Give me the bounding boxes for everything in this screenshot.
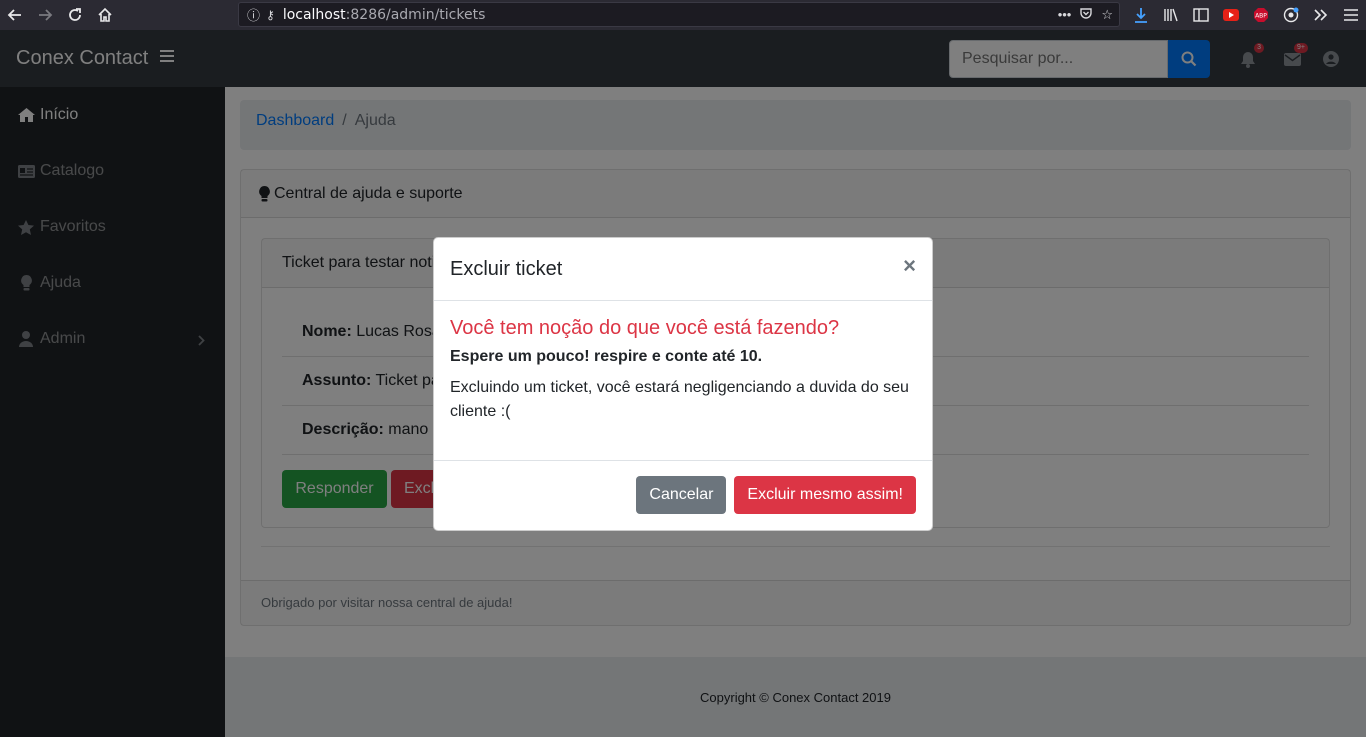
- forward-icon[interactable]: [30, 0, 60, 30]
- key-icon: ⚷: [266, 7, 275, 22]
- modal-warning-text: Excluindo um ticket, você estará neglige…: [450, 379, 909, 420]
- modal-warning-heading: Você tem noção do que você está fazendo?: [450, 317, 840, 339]
- download-icon[interactable]: [1132, 6, 1150, 24]
- modal-footer: Cancelar Excluir mesmo assim!: [636, 476, 916, 514]
- pocket-icon[interactable]: [1079, 6, 1093, 23]
- modal-body: Você tem noção do que você está fazendo?…: [434, 301, 932, 461]
- close-icon[interactable]: ×: [903, 255, 916, 277]
- url-text: localhost:8286/admin/tickets: [282, 6, 486, 23]
- modal-header: Excluir ticket ×: [434, 238, 932, 301]
- reload-icon[interactable]: [60, 0, 90, 30]
- more-icon[interactable]: •••: [1058, 7, 1072, 22]
- info-icon[interactable]: ⓘ: [247, 5, 260, 24]
- confirm-delete-button[interactable]: Excluir mesmo assim!: [734, 476, 916, 514]
- overflow-icon[interactable]: [1312, 6, 1330, 24]
- adblock-icon[interactable]: ABP: [1252, 6, 1270, 24]
- bookmark-star-icon[interactable]: ☆: [1101, 7, 1113, 23]
- url-bar[interactable]: ⓘ ⚷ localhost:8286/admin/tickets ••• ☆: [238, 2, 1120, 27]
- cancel-button[interactable]: Cancelar: [636, 476, 727, 514]
- modal-warning-subheading: Espere um pouco! respire e conte até 10.: [450, 348, 763, 365]
- account-extension-icon[interactable]: [1282, 6, 1300, 24]
- library-icon[interactable]: [1162, 6, 1180, 24]
- home-icon[interactable]: [90, 0, 120, 30]
- back-icon[interactable]: [0, 0, 30, 30]
- menu-icon[interactable]: [1342, 6, 1360, 24]
- delete-ticket-modal: Excluir ticket × Você tem noção do que v…: [433, 237, 933, 531]
- youtube-extension-icon[interactable]: [1222, 6, 1240, 24]
- modal-title: Excluir ticket: [450, 257, 563, 280]
- svg-text:ABP: ABP: [1255, 13, 1267, 20]
- sidebar-icon[interactable]: [1192, 6, 1210, 24]
- browser-toolbar: ⓘ ⚷ localhost:8286/admin/tickets ••• ☆ A…: [0, 0, 1366, 30]
